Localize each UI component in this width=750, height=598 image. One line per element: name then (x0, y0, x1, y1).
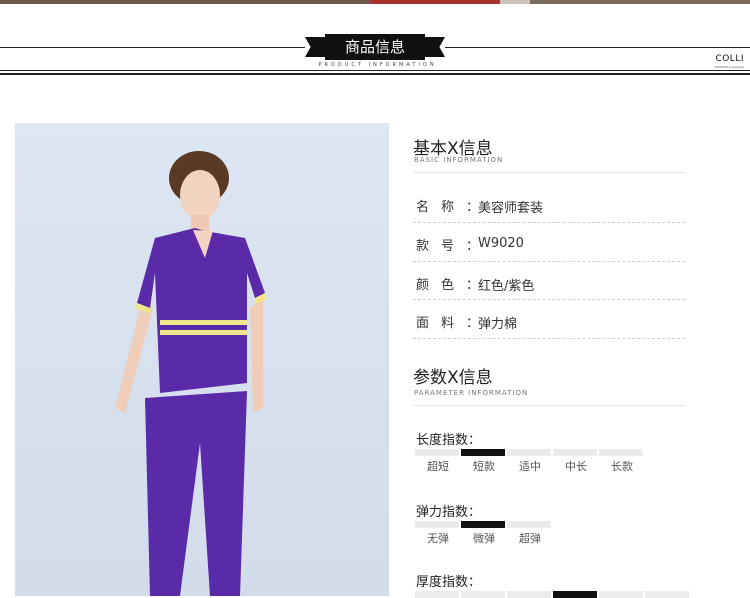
brand-logo: COLLI (715, 54, 744, 64)
header-title-box: 商品信息 (305, 34, 445, 60)
scale-segment-selected (461, 449, 505, 456)
scale-option: 适中 (519, 460, 541, 473)
scale-segment (645, 591, 689, 598)
divider (413, 172, 685, 173)
info-value-style-no: W9020 (478, 236, 524, 251)
product-photo (15, 123, 389, 596)
scale-segment (507, 449, 551, 456)
scale-segment (415, 521, 459, 528)
scale-option: 无弹 (427, 532, 449, 545)
stretch-index-options: 无弹 微弹 超弹 (415, 530, 553, 546)
scale-segment (415, 591, 459, 598)
scale-segment-selected (553, 591, 597, 598)
scale-segment (599, 449, 643, 456)
header-title: 商品信息 (325, 34, 425, 60)
scale-segment (461, 591, 505, 598)
param-info-subtitle: PARAMETER INFORMATION (414, 389, 529, 397)
scale-option: 超短 (427, 460, 449, 473)
scale-segment (507, 521, 551, 528)
scale-option: 超弹 (519, 532, 541, 545)
stretch-index-label: 弹力指数： (416, 505, 482, 520)
info-value-fabric: 弹力棉 (478, 317, 518, 332)
length-index-label: 长度指数： (416, 433, 482, 448)
scale-segment (553, 449, 597, 456)
header-line-right (445, 47, 750, 48)
divider (413, 405, 685, 406)
header-subtitle: PRODUCT INFORMATION (318, 62, 437, 68)
section-header: 商品信息 PRODUCT INFORMATION COLLI FASHION &… (0, 34, 750, 78)
scale-segment (507, 591, 551, 598)
scale-option: 长款 (611, 460, 633, 473)
header-underline-thick (0, 73, 750, 75)
basic-info-subtitle: BASIC INFORMATION (414, 156, 504, 164)
divider (413, 261, 685, 262)
scale-segment (415, 449, 459, 456)
divider (413, 338, 685, 339)
product-photo-model-icon (115, 151, 267, 596)
scale-segment-selected (461, 521, 505, 528)
scale-option: 微弹 (473, 532, 495, 545)
length-index-options: 超短 短款 适中 中长 长款 (415, 458, 645, 474)
header-underline-thin (0, 70, 750, 71)
brand-tagline: FASHION & CASUAL (714, 65, 744, 69)
top-image-strip (0, 0, 750, 4)
scale-segment (599, 591, 643, 598)
scale-option: 中长 (565, 460, 587, 473)
info-value-name: 美容师套装 (478, 201, 544, 216)
divider (413, 222, 685, 223)
stretch-index-scale (415, 521, 553, 528)
param-info-title: 参数X信息 (413, 368, 493, 388)
scale-option: 短款 (473, 460, 495, 473)
thickness-index-label: 厚度指数： (416, 575, 482, 590)
header-line-left (0, 47, 305, 48)
divider (413, 299, 685, 300)
length-index-scale (415, 449, 645, 456)
thickness-index-scale (415, 591, 691, 598)
info-value-color: 红色/紫色 (478, 279, 535, 294)
